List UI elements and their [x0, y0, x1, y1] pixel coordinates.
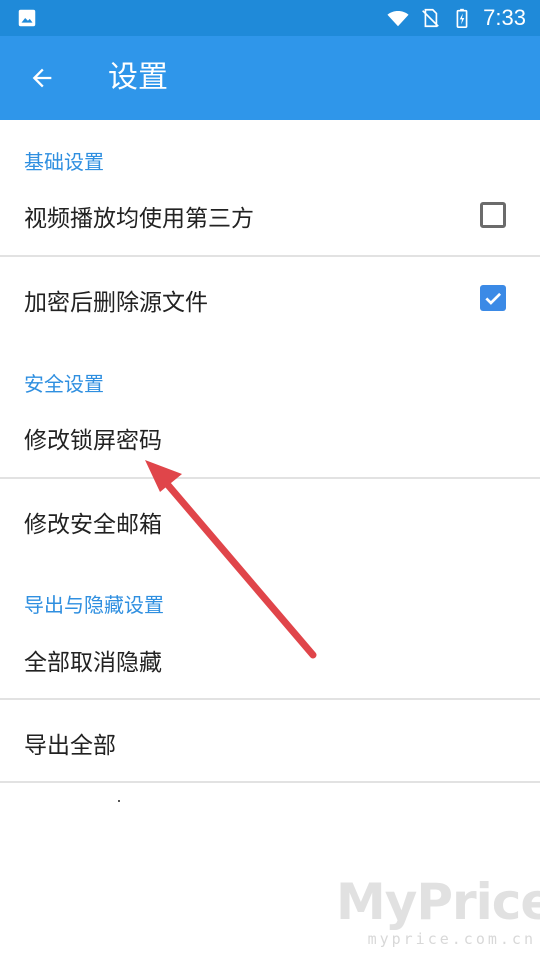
- setting-label: 全部取消隐藏: [24, 650, 162, 676]
- setting-row-export-all[interactable]: 导出全部: [0, 701, 540, 781]
- setting-label: 修改安全邮箱: [24, 512, 162, 538]
- wifi-icon: [387, 11, 409, 27]
- third-party-player-checkbox[interactable]: [480, 202, 506, 228]
- status-time: 7:33: [483, 5, 526, 30]
- divider: [0, 781, 540, 783]
- status-bar: 7:33: [0, 0, 540, 36]
- checkmark-icon: [485, 292, 502, 305]
- arrow-back-icon: [32, 68, 52, 88]
- back-button[interactable]: [18, 54, 66, 102]
- section-header-security: 安全设置: [24, 372, 104, 396]
- setting-row-delete-source[interactable]: 加密后删除源文件: [0, 258, 540, 338]
- setting-label: 加密后删除源文件: [24, 290, 208, 316]
- divider: [0, 698, 540, 700]
- image-icon: [18, 9, 36, 27]
- watermark-sub: myprice.com.cn: [367, 930, 536, 948]
- battery-charging-icon: [456, 8, 468, 28]
- no-sim-icon: [422, 8, 440, 28]
- divider: [0, 255, 540, 257]
- watermark-main: MyPrice: [336, 873, 540, 931]
- setting-label: 导出全部: [24, 733, 116, 759]
- divider: [0, 477, 540, 479]
- setting-row-change-security-email[interactable]: 修改安全邮箱: [0, 480, 540, 560]
- setting-label: 修改锁屏密码: [24, 428, 162, 454]
- section-header-basic: 基础设置: [24, 150, 104, 174]
- watermark: MyPrice myprice.com.cn: [336, 873, 540, 954]
- delete-source-checkbox[interactable]: [480, 285, 506, 311]
- setting-row-unhide-all[interactable]: 全部取消隐藏: [0, 620, 540, 698]
- stray-dot: [118, 800, 120, 802]
- app-bar: 设置: [0, 36, 540, 120]
- setting-row-change-lock-password[interactable]: 修改锁屏密码: [0, 398, 540, 476]
- page-title: 设置: [108, 60, 168, 95]
- section-header-export-hide: 导出与隐藏设置: [24, 593, 164, 617]
- setting-label: 视频播放均使用第三方: [24, 206, 254, 232]
- setting-row-third-party-player[interactable]: 视频播放均使用第三方: [0, 176, 540, 254]
- status-icons: 7:33: [387, 0, 526, 36]
